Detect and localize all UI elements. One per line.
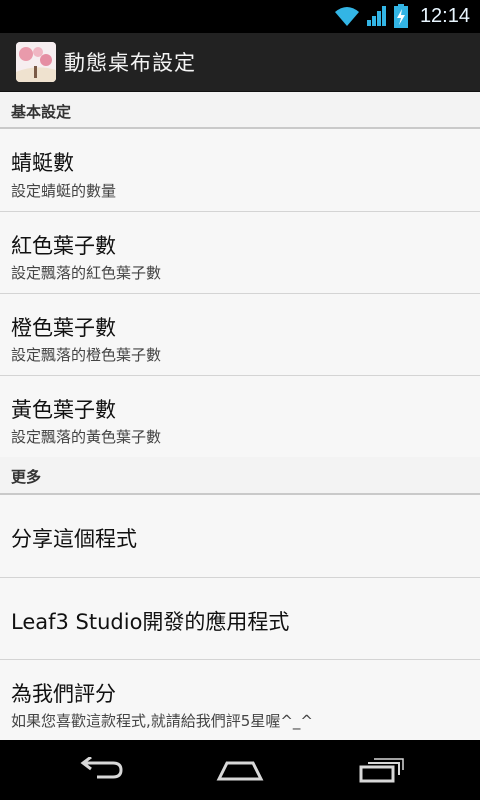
pref-title: 蜻蜓數 [11, 151, 74, 175]
recent-apps-button[interactable] [349, 752, 413, 788]
pref-yellow-leaf-count[interactable]: 黃色葉子數 設定飄落的黃色葉子數 [0, 376, 480, 457]
pref-title: 為我們評分 [11, 682, 116, 706]
pref-orange-leaf-count[interactable]: 橙色葉子數 設定飄落的橙色葉子數 [0, 294, 480, 376]
section-header-basic: 基本設定 [0, 92, 480, 129]
section-header-label: 基本設定 [11, 103, 72, 121]
section-header-label: 更多 [11, 468, 42, 486]
back-button[interactable] [68, 752, 132, 788]
pref-dragonfly-count[interactable]: 蜻蜓數 設定蜻蜓的數量 [0, 129, 480, 212]
pref-more-apps[interactable]: Leaf3 Studio開發的應用程式 [0, 578, 480, 660]
recent-apps-icon [359, 758, 404, 783]
action-bar: 動態桌布設定 [0, 33, 480, 92]
navigation-bar [0, 740, 480, 800]
status-icons: 12:14 [334, 4, 470, 28]
pref-summary: 設定飄落的紅色葉子數 [11, 264, 162, 282]
home-button[interactable] [208, 752, 272, 788]
signal-icon [366, 5, 388, 27]
pref-title: 分享這個程式 [11, 527, 137, 551]
pref-title: 黃色葉子數 [11, 398, 116, 422]
pref-summary: 設定蜻蜓的數量 [11, 182, 117, 200]
status-time: 12:14 [419, 4, 470, 27]
home-icon [216, 761, 264, 781]
pref-title: Leaf3 Studio開發的應用程式 [11, 610, 290, 634]
app-icon-image [16, 42, 56, 82]
pref-summary: 設定飄落的黃色葉子數 [11, 428, 162, 446]
pref-share-app[interactable]: 分享這個程式 [0, 495, 480, 578]
section-header-more: 更多 [0, 457, 480, 495]
app-icon[interactable] [16, 42, 56, 82]
pref-summary: 如果您喜歡這款程式,就請給我們評5星喔^_^ [11, 712, 313, 730]
pref-red-leaf-count[interactable]: 紅色葉子數 設定飄落的紅色葉子數 [0, 212, 480, 294]
wifi-icon [334, 5, 360, 27]
page-title: 動態桌布設定 [64, 51, 196, 75]
status-bar: 12:14 [0, 0, 480, 33]
preferences-list: 基本設定 蜻蜓數 設定蜻蜓的數量 紅色葉子數 設定飄落的紅色葉子數 橙色葉子數 … [0, 92, 480, 741]
pref-title: 橙色葉子數 [11, 316, 116, 340]
pref-title: 紅色葉子數 [11, 234, 116, 258]
battery-charging-icon [393, 4, 408, 28]
back-icon [80, 757, 123, 779]
pref-rate-us[interactable]: 為我們評分 如果您喜歡這款程式,就請給我們評5星喔^_^ [0, 660, 480, 741]
pref-summary: 設定飄落的橙色葉子數 [11, 346, 162, 364]
